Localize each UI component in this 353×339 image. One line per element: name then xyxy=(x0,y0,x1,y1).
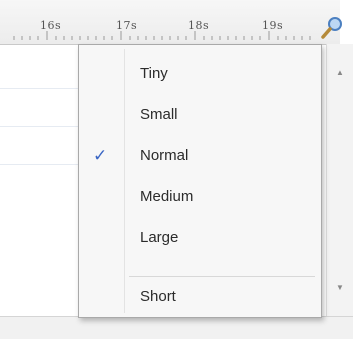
horizontal-scrollbar[interactable] xyxy=(0,316,353,339)
menu-item-large[interactable]: Large xyxy=(81,221,319,257)
menu-separator xyxy=(129,276,315,277)
ruler-tick-label: 18s xyxy=(188,19,210,32)
checkmark-icon: ✓ xyxy=(93,146,108,165)
menu-item-label: Medium xyxy=(140,188,194,205)
track-divider xyxy=(0,126,80,127)
menu-item-label: Small xyxy=(140,106,178,123)
time-ruler[interactable]: 16s 17s 18s 19s xyxy=(0,0,340,45)
menu-item-normal[interactable]: ✓ Normal xyxy=(81,139,319,175)
vertical-scrollbar[interactable] xyxy=(326,44,353,316)
magnifier-icon[interactable] xyxy=(316,14,346,44)
ruler-tick-label: 19s xyxy=(262,19,284,32)
menu-item-label: Large xyxy=(140,229,179,246)
ruler-tick-label: 16s xyxy=(40,19,62,32)
timeline-window: 16s 17s 18s 19s ▲ ▼ Tiny Small ✓ Normal … xyxy=(0,0,353,339)
track-height-menu: Tiny Small ✓ Normal Medium Large Short xyxy=(78,44,322,318)
ruler-tick-label: 17s xyxy=(116,19,138,32)
menu-item-label: Short xyxy=(140,288,176,305)
track-divider xyxy=(0,88,80,89)
menu-item-label: Normal xyxy=(140,147,189,164)
scroll-up-icon[interactable]: ▲ xyxy=(336,68,344,77)
menu-item-label: Tiny xyxy=(140,65,168,82)
menu-item-small[interactable]: Small xyxy=(81,98,319,134)
scroll-down-icon[interactable]: ▼ xyxy=(336,283,344,292)
menu-item-medium[interactable]: Medium xyxy=(81,180,319,216)
menu-item-short[interactable]: Short xyxy=(81,280,319,316)
menu-item-tiny[interactable]: Tiny xyxy=(81,57,319,93)
track-divider xyxy=(0,164,80,165)
